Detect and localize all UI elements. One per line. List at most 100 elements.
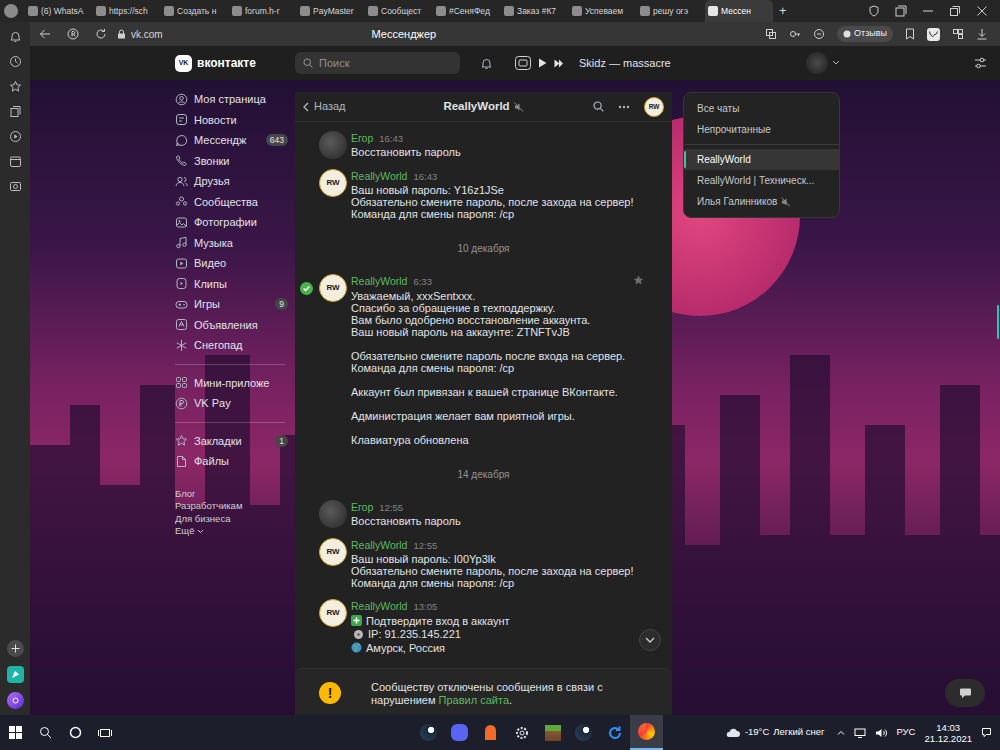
menu-item[interactable]: Клипы [175,274,290,295]
browser-tab[interactable]: https://sch [93,0,161,22]
profile-avatar[interactable] [4,4,18,18]
menu-item[interactable]: Мини-приложе [175,373,290,394]
player-icon[interactable] [515,56,531,70]
vk-logo[interactable]: VKвконтакте [175,54,295,72]
browser-tab[interactable]: Мессен [705,0,773,22]
message-author[interactable]: ReallyWorld [351,169,407,183]
video-icon[interactable] [9,130,22,143]
footer-link[interactable]: Ещё [175,525,290,538]
profile-avatar[interactable] [806,52,828,74]
now-playing[interactable]: Skidz — massacre [579,55,671,72]
menu-item[interactable]: Объявления [175,315,290,336]
message[interactable]: RWReallyWorld6:33Уважаемый, xxxSentxxx.С… [295,269,672,450]
menu-item[interactable]: Музыка [175,233,290,254]
browser-tab[interactable]: Заказ #К7 [501,0,569,22]
footer-link[interactable]: Для бизнеса [175,513,290,526]
collections-icon[interactable] [9,105,22,118]
steam-app-icon[interactable] [413,715,444,750]
sync-app-icon[interactable] [599,715,630,750]
menu-item[interactable]: Закладки1 [175,431,290,452]
menu-item[interactable]: Файлы [175,451,290,472]
messenger-app-icon[interactable] [7,666,24,683]
minimize-icon[interactable] [922,5,934,17]
menu-item[interactable]: Фотографии [175,212,290,233]
minecraft-app-icon[interactable] [537,715,568,750]
restore-icon[interactable] [949,5,961,17]
menu-item[interactable]: Видео [175,253,290,274]
browser-tab[interactable]: #СеняФед [433,0,501,22]
browser-tab[interactable]: (6) WhatsA [25,0,93,22]
new-tab-button[interactable]: + [779,4,787,18]
download-icon[interactable] [976,28,988,40]
menu-item[interactable]: Мессендж643 [175,130,290,151]
search-input[interactable] [319,55,452,72]
browser-tab[interactable]: решу огэ [637,0,705,22]
community-avatar[interactable]: RW [319,169,347,197]
chat-folder-item[interactable]: Илья Галинников [684,191,839,212]
bell-icon[interactable] [9,30,22,43]
search-box[interactable] [295,52,460,74]
chat-folder-item[interactable]: ReallyWorld [684,149,839,170]
windows-start-icon[interactable] [0,715,30,750]
notifications-center-icon[interactable] [981,727,992,738]
cortana-icon[interactable] [60,715,90,750]
menu-item[interactable]: Друзья [175,171,290,192]
browser-tab[interactable]: PayMaster [297,0,365,22]
translate-icon[interactable] [765,28,777,40]
browser-tab[interactable]: Успеваем [569,0,637,22]
extension-icon[interactable] [813,28,825,40]
star-icon[interactable] [633,275,644,286]
calendar-icon[interactable] [9,155,22,168]
discord-app-icon[interactable] [444,715,475,750]
message-author[interactable]: Егор [351,131,373,145]
steam-app-icon[interactable] [568,715,599,750]
filter-item[interactable]: Все чаты [684,98,839,119]
menu-item[interactable]: Новости [175,110,290,131]
next-track-icon[interactable] [554,59,564,68]
network-icon[interactable] [854,728,866,738]
alice-icon[interactable] [7,692,24,709]
vk-extension-icon[interactable] [927,28,940,41]
close-window-icon[interactable] [976,5,988,17]
message[interactable]: Егор16:43Восстановить пароль [295,126,672,164]
settings-icon[interactable] [974,57,987,69]
yandex-browser-app-icon[interactable] [630,715,663,750]
reload-icon[interactable] [95,28,107,40]
search-icon[interactable] [30,715,60,750]
tabs-icon[interactable] [895,5,907,17]
chat-avatar[interactable]: RW [644,97,664,117]
play-icon[interactable] [538,58,547,68]
url-text[interactable]: vk.com [131,27,163,42]
yandex-protect-icon[interactable] [67,28,79,40]
menu-item[interactable]: Снегопад [175,335,290,356]
history-icon[interactable] [9,55,22,68]
browser-tab[interactable]: Создать н [161,0,229,22]
scroll-down-icon[interactable] [639,629,661,651]
message-author[interactable]: Егор [351,500,373,514]
screenshot-icon[interactable] [9,180,22,193]
clock[interactable]: 14:0321.12.2021 [924,722,972,744]
star-icon[interactable] [9,80,22,93]
selected-check-icon[interactable] [300,282,313,295]
tray-up-icon[interactable] [837,730,845,735]
back-icon[interactable] [39,28,51,40]
browser-tab[interactable]: forum.h-r [229,0,297,22]
message[interactable]: RWReallyWorld13:05Подтвердите вход в акк… [295,594,672,660]
menu-item[interactable]: Моя страница [175,89,290,110]
extensions-icon[interactable] [952,28,964,40]
input-language[interactable]: РУС [896,725,915,739]
back-button[interactable]: Назад [303,98,393,115]
menu-item[interactable]: Сообщества [175,192,290,213]
message-author[interactable]: ReallyWorld [351,274,407,288]
menu-item[interactable]: Звонки [175,151,290,172]
message[interactable]: RWReallyWorld16:43Ваш новый пароль: Y16z… [295,164,672,225]
shield-icon[interactable] [868,5,880,17]
search-icon[interactable] [593,101,604,112]
message-author[interactable]: ReallyWorld [351,599,407,613]
user-avatar[interactable] [319,500,347,528]
chat-folder-item[interactable]: ReallyWorld | Техническ... [684,170,839,191]
browser-tab[interactable]: Сообщест [365,0,433,22]
community-avatar[interactable]: RW [319,274,347,302]
footer-link[interactable]: Разработчикам [175,500,290,513]
user-avatar[interactable] [319,131,347,159]
